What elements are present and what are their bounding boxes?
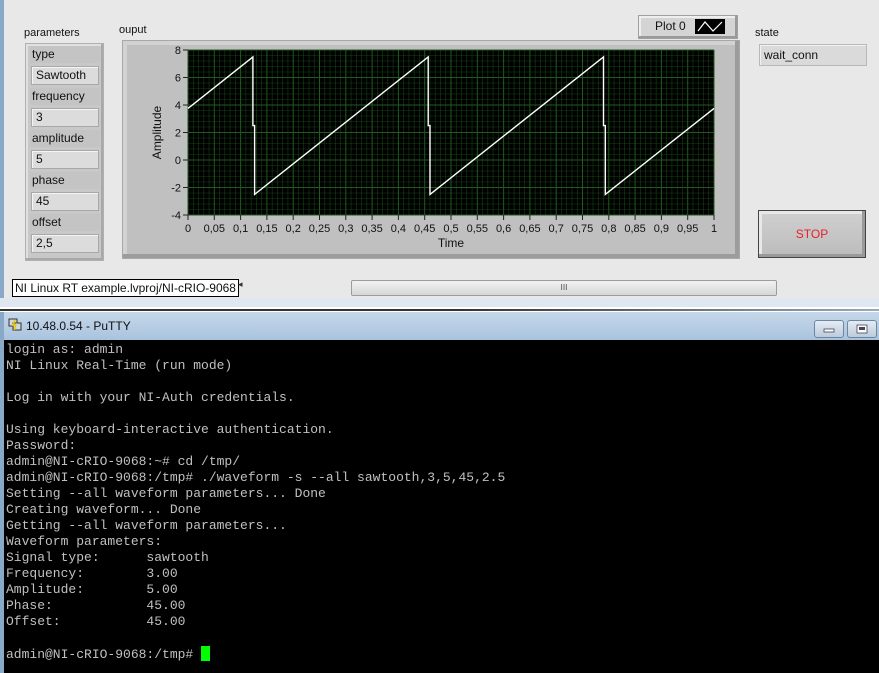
terminal-line: Phase: 45.00 [6, 598, 186, 613]
labview-window-bottom [0, 298, 879, 307]
stop-button[interactable]: STOP [758, 210, 866, 258]
plot-legend-label: Plot 0 [655, 19, 686, 33]
putty-titlebar[interactable]: 10.48.0.54 - PuTTY [0, 312, 879, 340]
x-tick-label: 0,1 [233, 223, 248, 235]
x-tick-label: 0,85 [624, 223, 645, 235]
param-offset-value[interactable]: 2,5 [31, 234, 99, 253]
x-axis-label: Time [438, 236, 465, 250]
state-indicator: wait_conn [759, 44, 867, 66]
x-tick-label: 0,4 [391, 223, 406, 235]
parameters-label: parameters [24, 27, 80, 39]
param-phase-value[interactable]: 45 [31, 192, 99, 211]
param-phase-label: phase [30, 172, 100, 189]
x-tick-label: 0,8 [601, 223, 616, 235]
y-tick-label: -4 [171, 210, 181, 222]
y-tick-label: -2 [171, 183, 181, 195]
horizontal-scrollbar-thumb[interactable]: III [351, 280, 777, 296]
terminal-line: Password: [6, 438, 77, 453]
putty-title: 10.48.0.54 - PuTTY [26, 319, 131, 333]
x-tick-label: 0,45 [414, 223, 435, 235]
terminal-line: Log in with your NI-Auth credentials. [6, 390, 295, 405]
putty-terminal[interactable]: login as: admin NI Linux Real-Time (run m… [0, 340, 879, 673]
window-separator-line [0, 309, 879, 311]
param-type-value[interactable]: Sawtooth [31, 66, 99, 85]
minimize-button[interactable] [814, 320, 844, 338]
putty-icon [8, 318, 22, 331]
x-tick-label: 0,9 [654, 223, 669, 235]
terminal-cursor [201, 646, 211, 661]
labview-front-panel: parameters type Sawtooth frequency 3 amp… [0, 0, 879, 307]
param-amplitude-value[interactable]: 5 [31, 150, 99, 169]
param-type-label: type [30, 46, 100, 63]
x-tick-label: 0,5 [443, 223, 458, 235]
terminal-line: NI Linux Real-Time (run mode) [6, 358, 233, 373]
x-tick-label: 0,55 [467, 223, 488, 235]
y-tick-label: 4 [175, 100, 181, 112]
x-tick-label: 0,65 [519, 223, 540, 235]
terminal-line: Amplitude: 5.00 [6, 582, 178, 597]
y-tick-label: 8 [175, 45, 181, 57]
waveform-chart: 0 0,05 0,1 0,15 0,2 0,25 0,3 0,35 0,4 0,45 0,5 0,55… [150, 45, 717, 250]
terminal-line: Waveform parameters: [6, 534, 163, 549]
project-path: NI Linux RT example.lvproj/NI-cRIO-9068 [12, 279, 239, 297]
x-tick-label: 0,6 [496, 223, 511, 235]
terminal-line: Signal type: sawtooth [6, 550, 209, 565]
param-frequency-value[interactable]: 3 [31, 108, 99, 127]
terminal-line: Setting --all waveform parameters... Don… [6, 486, 326, 501]
waveform-graph: 0 0,05 0,1 0,15 0,2 0,25 0,3 0,35 0,4 0,45 0,5 0,55… [122, 40, 740, 259]
x-tick-label: 0,75 [572, 223, 593, 235]
terminal-line: admin@NI-cRIO-9068:/tmp# ./waveform -s -… [6, 470, 506, 485]
prompt-text: admin@NI-cRIO-9068:/tmp# [6, 647, 202, 662]
terminal-line: Frequency: 3.00 [6, 566, 178, 581]
state-label: state [755, 27, 779, 39]
terminal-line: login as: admin [6, 342, 124, 357]
parameters-cluster: type Sawtooth frequency 3 amplitude 5 ph… [25, 43, 104, 261]
param-amplitude-label: amplitude [30, 130, 100, 147]
graph-label: ouput [119, 24, 147, 36]
x-tick-label: 0,3 [338, 223, 353, 235]
plot-legend[interactable]: Plot 0 [638, 15, 738, 39]
maximize-icon [856, 324, 868, 334]
x-tick-label: 0,2 [286, 223, 301, 235]
minimize-icon [823, 328, 835, 333]
scroll-left-arrow-icon[interactable]: ◂ [238, 280, 243, 290]
terminal-line: Using keyboard-interactive authenticatio… [6, 422, 334, 437]
param-offset-label: offset [30, 214, 100, 231]
terminal-line: admin@NI-cRIO-9068:~# cd /tmp/ [6, 454, 241, 469]
terminal-line: Creating waveform... Done [6, 502, 202, 517]
x-tick-label: 0 [185, 223, 191, 235]
x-tick-label: 0,05 [204, 223, 225, 235]
terminal-prompt: admin@NI-cRIO-9068:/tmp# [6, 646, 211, 663]
y-axis-label: Amplitude [150, 106, 164, 160]
x-tick-label: 0,25 [309, 223, 330, 235]
x-tick-label: 0,95 [677, 223, 698, 235]
terminal-line: Getting --all waveform parameters... [6, 518, 287, 533]
param-frequency-label: frequency [30, 88, 100, 105]
plot-line-style-icon[interactable] [695, 19, 725, 34]
y-tick-label: 2 [175, 128, 181, 140]
y-tick-label: 6 [175, 73, 181, 85]
x-tick-label: 0,7 [549, 223, 564, 235]
x-tick-label: 1 [711, 223, 717, 235]
y-tick-label: 0 [175, 155, 181, 167]
maximize-button[interactable] [847, 320, 877, 338]
x-tick-label: 0,35 [361, 223, 382, 235]
terminal-line: Offset: 45.00 [6, 614, 186, 629]
x-tick-label: 0,15 [256, 223, 277, 235]
